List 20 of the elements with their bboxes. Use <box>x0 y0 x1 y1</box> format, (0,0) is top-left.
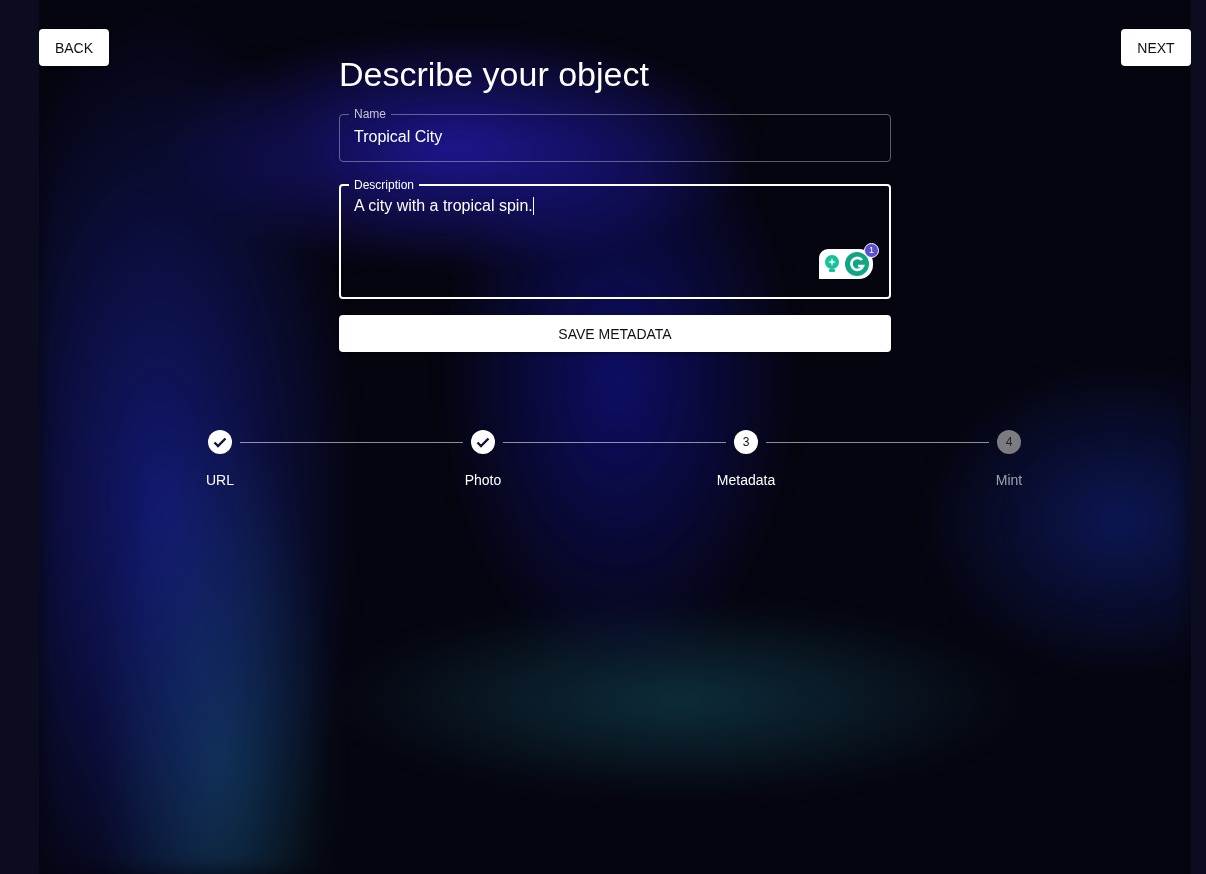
description-field[interactable]: Description A city with a tropical spin. 1 <box>339 179 891 299</box>
step-number: 4 <box>997 430 1021 454</box>
field-label: Name <box>353 108 387 120</box>
notification-badge: 1 <box>864 243 879 258</box>
next-button[interactable]: NEXT <box>1121 29 1191 66</box>
field-value: A city with a tropical spin. <box>354 197 534 215</box>
step-number: 3 <box>734 430 758 454</box>
field-label: Description <box>353 179 416 191</box>
writing-assistant-widget[interactable] <box>819 249 873 279</box>
step-label: Metadata <box>716 472 776 488</box>
page-title: Describe your object <box>339 54 650 94</box>
step-label: URL <box>206 472 234 488</box>
step-label: Photo <box>464 472 502 488</box>
field-value: Tropical City <box>354 128 443 146</box>
name-field[interactable]: Name Tropical City <box>339 108 891 162</box>
lightbulb-icon <box>823 254 841 274</box>
step-label: Mint <box>995 472 1023 488</box>
back-button[interactable]: BACK <box>39 29 109 66</box>
g-logo-icon <box>845 252 869 276</box>
save-metadata-button[interactable]: SAVE METADATA <box>339 315 891 352</box>
